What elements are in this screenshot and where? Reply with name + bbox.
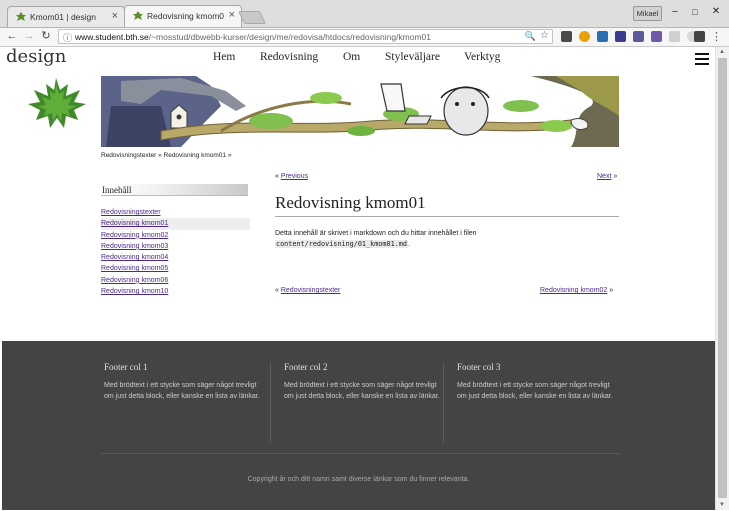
next-page-link[interactable]: Redovisning kmom02: [540, 287, 607, 294]
footer-col-1: Footer col 1 Med brödtext i ett stycke s…: [104, 361, 264, 402]
nav-item-redovisning[interactable]: Redovisning: [260, 51, 318, 63]
browser-tab-bar: Kmom01 | design × Redovisning kmom0 × Mi…: [0, 0, 729, 28]
article-text-end: .: [407, 241, 410, 248]
footer-heading: Footer col 1: [104, 362, 148, 372]
sidebar-item-kmom04[interactable]: Redovisning kmom04: [101, 252, 250, 263]
maple-leaf-logo: [28, 78, 86, 128]
sidebar-item-kmom10[interactable]: Redovisning kmom10: [101, 286, 250, 297]
url-host: www.student.bth.se: [75, 32, 149, 42]
sidebar-item-kmom01[interactable]: Redovisning kmom01: [101, 218, 250, 230]
scroll-down-arrow-icon[interactable]: ▼: [719, 502, 725, 508]
extension-icon[interactable]: [579, 31, 590, 42]
main-navigation: Hem Redovisning Om Styleväljare Verktyg: [2, 51, 715, 67]
pager-prefix: «: [275, 173, 279, 180]
extension-icon[interactable]: [694, 31, 705, 42]
hamburger-menu-icon[interactable]: [695, 53, 709, 65]
pager-next: Next »: [597, 173, 617, 180]
reload-icon[interactable]: ↻: [39, 29, 53, 44]
scroll-up-arrow-icon[interactable]: ▲: [719, 49, 725, 55]
eyedropper-extension-icon[interactable]: [561, 31, 572, 42]
info-icon[interactable]: ⓘ: [63, 31, 72, 44]
tab-title: Kmom01 | design: [30, 12, 96, 22]
extension-icon[interactable]: [615, 31, 626, 42]
footer-text: Med brödtext i ett stycke som säger någo…: [284, 382, 440, 400]
address-bar[interactable]: ⓘ www.student.bth.se/~mosstud/dbwebb-kur…: [58, 29, 553, 44]
url-text[interactable]: www.student.bth.se/~mosstud/dbwebb-kurse…: [75, 32, 431, 42]
breadcrumb: Redovisningstexter » Redovisning kmom01 …: [101, 152, 232, 159]
kebab-menu-icon[interactable]: ⋮: [711, 30, 722, 44]
extension-icon[interactable]: [669, 31, 680, 42]
profile-button[interactable]: Mikael: [633, 6, 662, 21]
copyright-text: Copyright år och ditt namn samt diverse …: [247, 476, 470, 483]
page-title: Redovisning kmom01: [275, 193, 619, 217]
site-footer: Footer col 1 Med brödtext i ett stycke s…: [2, 341, 715, 510]
extension-icon[interactable]: [651, 31, 662, 42]
forward-arrow-icon[interactable]: →: [22, 29, 36, 44]
browser-toolbar: ← → ↻ ⓘ www.student.bth.se/~mosstud/dbwe…: [0, 28, 729, 47]
zoom-icon[interactable]: 🔍: [525, 31, 536, 42]
nav-item-om[interactable]: Om: [343, 51, 360, 63]
footer-text: Med brödtext i ett stycke som säger någo…: [104, 382, 260, 400]
maximize-icon[interactable]: □: [688, 5, 702, 19]
sidebar-item-redovisningstexter[interactable]: Redovisningstexter: [101, 207, 250, 218]
sidebar-item-kmom06[interactable]: Redovisning kmom06: [101, 275, 250, 286]
star-icon[interactable]: ☆: [540, 30, 549, 41]
sidebar-item-kmom02[interactable]: Redovisning kmom02: [101, 230, 250, 241]
header-banner-image: [101, 76, 619, 147]
footer-separator: [101, 453, 620, 454]
browser-tab-kmom01[interactable]: Kmom01 | design ×: [7, 6, 125, 27]
pager-prefix: «: [275, 287, 279, 294]
minimize-icon[interactable]: –: [668, 5, 682, 19]
close-icon[interactable]: ×: [112, 10, 118, 22]
page-scrollbar[interactable]: ▲ ▼: [715, 47, 729, 510]
window-close-icon[interactable]: ✕: [709, 5, 723, 19]
sidebar-nav: Redovisningstexter Redovisning kmom01 Re…: [101, 207, 250, 297]
page-viewport: design Hem Redovisning Om Styleväljare V…: [2, 47, 715, 510]
pager-suffix: »: [609, 287, 614, 294]
previous-page-link[interactable]: Redovisningstexter: [281, 287, 341, 294]
footer-divider: [443, 363, 444, 443]
new-tab-button[interactable]: [237, 11, 267, 24]
extension-icon[interactable]: [633, 31, 644, 42]
previous-link[interactable]: Previous: [281, 173, 308, 180]
url-path: /~mosstud/dbwebb-kurser/design/me/redovi…: [148, 32, 432, 42]
browser-tab-redovisning[interactable]: Redovisning kmom0 ×: [124, 5, 242, 27]
pager-suffix: »: [613, 173, 618, 180]
leaf-favicon: [133, 11, 143, 20]
nav-item-stylevaljare[interactable]: Styleväljare: [385, 51, 440, 63]
footer-text: Med brödtext i ett stycke som säger någo…: [457, 382, 613, 400]
article-text: Detta innehåll är skrivet i markdown och…: [275, 230, 477, 237]
footer-col-3: Footer col 3 Med brödtext i ett stycke s…: [457, 361, 617, 402]
footer-col-2: Footer col 2 Med brödtext i ett stycke s…: [284, 361, 444, 402]
close-icon[interactable]: ×: [229, 9, 235, 21]
bottom-pager-previous: « Redovisningstexter: [275, 287, 340, 294]
leaf-favicon: [16, 12, 26, 21]
scrollbar-thumb[interactable]: [718, 58, 727, 498]
nav-item-verktyg[interactable]: Verktyg: [464, 51, 500, 63]
file-path-code: content/redovisning/01_kmom01.md: [275, 240, 408, 248]
pager-previous: « Previous: [275, 173, 308, 180]
next-link[interactable]: Next: [597, 173, 611, 180]
footer-heading: Footer col 2: [284, 362, 328, 372]
bottom-pager-next: Redovisning kmom02 »: [540, 287, 613, 294]
article-body: Detta innehåll är skrivet i markdown och…: [275, 228, 477, 250]
sidebar-item-kmom05[interactable]: Redovisning kmom05: [101, 263, 250, 274]
tab-title: Redovisning kmom0: [147, 11, 225, 21]
nav-item-hem[interactable]: Hem: [213, 51, 235, 63]
footer-divider: [270, 363, 271, 443]
sidebar-item-kmom03[interactable]: Redovisning kmom03: [101, 241, 250, 252]
back-arrow-icon[interactable]: ←: [5, 29, 19, 44]
footer-heading: Footer col 3: [457, 362, 501, 372]
extension-icon[interactable]: [597, 31, 608, 42]
sidebar-title: Innehåll: [101, 184, 248, 196]
